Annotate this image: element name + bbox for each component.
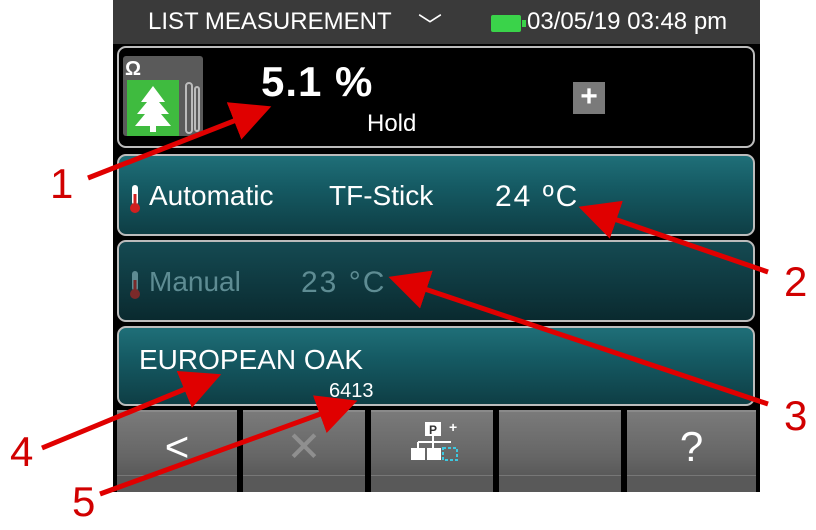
callout-2: 2: [784, 258, 808, 305]
callout-arrow-2: [578, 200, 769, 275]
callout-3: 3: [784, 392, 808, 439]
callout-arrow-4: [41, 370, 222, 451]
callout-1: 1: [50, 160, 74, 207]
callout-arrow-1: [87, 102, 272, 181]
callout-arrow-5: [99, 395, 358, 497]
callout-arrow-3: [388, 270, 769, 407]
callout-5: 5: [72, 478, 96, 525]
callout-arrows: [41, 102, 769, 497]
callout-4: 4: [10, 428, 34, 475]
